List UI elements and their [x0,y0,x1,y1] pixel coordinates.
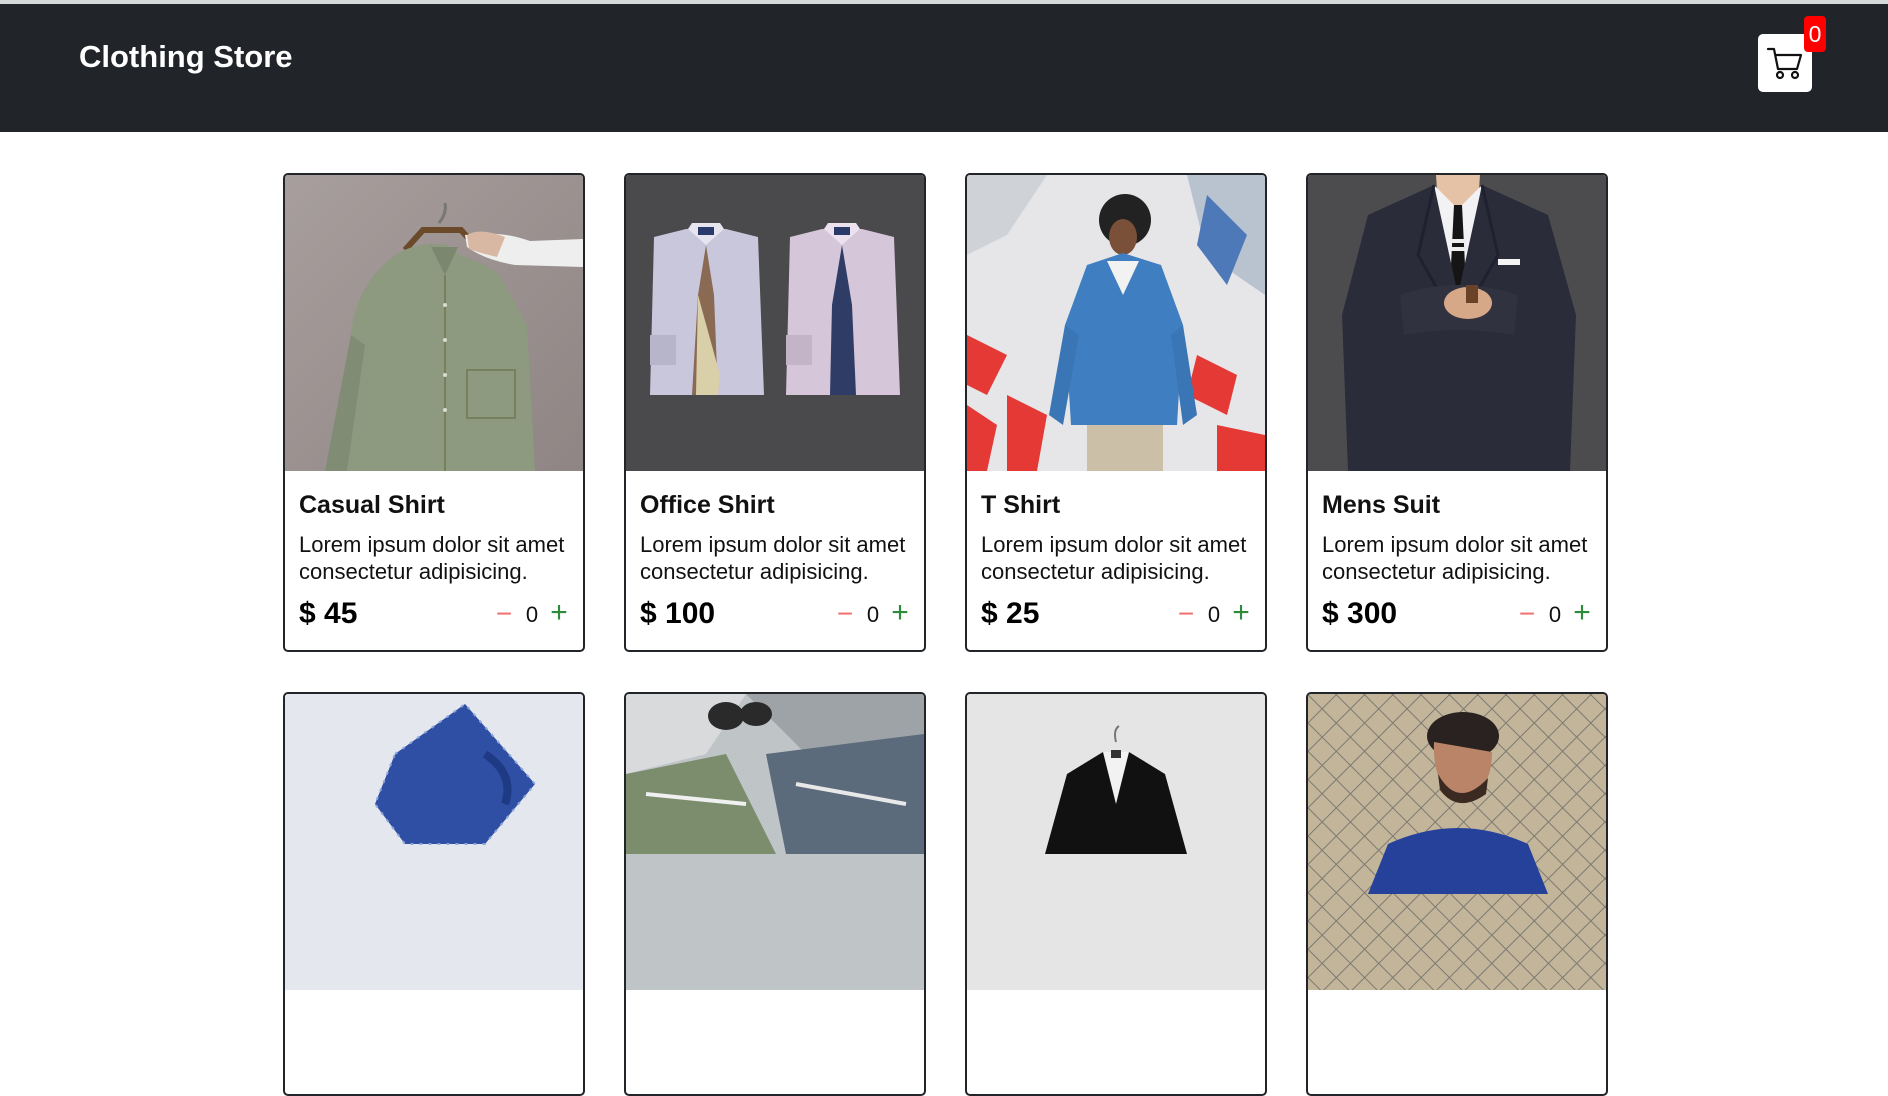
product-card [1306,692,1608,1096]
brand-title[interactable]: Clothing Store [79,37,293,77]
quantity-value: 0 [1207,602,1221,627]
product-title: Mens Suit [1322,491,1441,519]
product-card: Mens Suit Lorem ipsum dolor sit amet con… [1306,173,1608,652]
product-card [965,692,1267,1096]
product-description: Lorem ipsum dolor sit amet consectetur a… [299,532,565,584]
product-image-mens-suit [1308,175,1606,471]
increase-quantity-button[interactable]: + [547,598,571,628]
quantity-value: 0 [866,602,880,627]
product-description: Lorem ipsum dolor sit amet consectetur a… [640,532,906,584]
decrease-quantity-button[interactable]: − [833,600,857,628]
product-image [285,694,583,990]
product-title: Casual Shirt [299,491,445,519]
shopping-cart-icon [1766,47,1803,80]
product-title: Office Shirt [640,491,775,519]
increase-quantity-button[interactable]: + [1229,598,1253,628]
product-price: $ 300 [1322,597,1398,630]
decrease-quantity-button[interactable]: − [492,600,516,628]
decrease-quantity-button[interactable]: − [1515,600,1539,628]
product-card: Casual Shirt Lorem ipsum dolor sit amet … [283,173,585,652]
product-image-t-shirt [967,175,1265,471]
product-description: Lorem ipsum dolor sit amet consectetur a… [981,532,1247,584]
product-card [624,692,926,1096]
product-card [283,692,585,1096]
decrease-quantity-button[interactable]: − [1174,600,1198,628]
product-price: $ 45 [299,597,358,630]
quantity-value: 0 [525,602,539,627]
product-card: T Shirt Lorem ipsum dolor sit amet conse… [965,173,1267,652]
product-image-office-shirt [626,175,924,471]
navbar: Clothing Store [0,4,1888,132]
product-image [967,694,1265,990]
increase-quantity-button[interactable]: + [1570,598,1594,628]
product-image [626,694,924,990]
product-price: $ 100 [640,597,716,630]
cart-count-badge: 0 [1804,16,1826,52]
product-description: Lorem ipsum dolor sit amet consectetur a… [1322,532,1588,584]
product-image-casual-shirt [285,175,583,471]
product-card: Office Shirt Lorem ipsum dolor sit amet … [624,173,926,652]
product-title: T Shirt [981,491,1061,519]
product-image [1308,694,1606,990]
quantity-value: 0 [1548,602,1562,627]
product-price: $ 25 [981,597,1040,630]
increase-quantity-button[interactable]: + [888,598,912,628]
